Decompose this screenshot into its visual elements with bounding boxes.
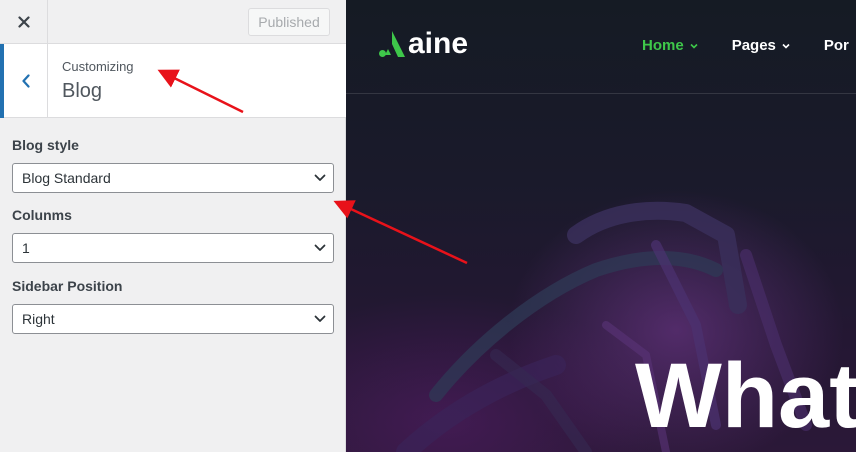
blog-style-value: Blog Standard	[22, 170, 111, 186]
close-customizer-button[interactable]	[0, 0, 48, 44]
nav-label: Pages	[731, 37, 776, 54]
close-icon	[17, 16, 30, 28]
back-button[interactable]	[0, 44, 48, 118]
site-logo[interactable]: aine	[376, 27, 468, 61]
section-header: Customizing Blog	[0, 44, 346, 118]
nav-item-pages[interactable]: Pages	[732, 37, 790, 54]
site-preview: aine Home Pages Por What	[346, 0, 856, 452]
logo-triangle-icon	[379, 31, 405, 57]
sidebar-position-label: Sidebar Position	[12, 278, 123, 294]
chevron-down-icon	[314, 244, 326, 251]
main-nav: Home Pages Por	[642, 37, 856, 54]
sidebar-position-control: Sidebar Position Right	[12, 278, 334, 334]
blog-style-select[interactable]: Blog Standard	[12, 163, 334, 193]
sidebar-position-select[interactable]: Right	[12, 304, 334, 334]
columns-control: Colunms 1	[12, 207, 334, 263]
publish-button[interactable]: Published	[248, 8, 330, 36]
blog-style-control: Blog style Blog Standard	[12, 137, 334, 193]
logo-text: aine	[408, 27, 469, 60]
columns-select[interactable]: 1	[12, 233, 334, 263]
nav-label: Home	[642, 37, 684, 54]
customizer-header: Published	[0, 0, 346, 44]
blog-style-label: Blog style	[12, 137, 79, 153]
section-title: Blog	[62, 80, 103, 102]
customizer-sidebar: Published Customizing Blog Blog style Bl…	[0, 0, 346, 452]
nav-label: Por	[823, 37, 849, 54]
chevron-left-icon	[21, 74, 30, 88]
nav-item-home[interactable]: Home	[642, 37, 698, 54]
hero-heading: What	[635, 345, 856, 447]
caret-down-icon	[690, 43, 698, 49]
columns-label: Colunms	[12, 207, 72, 223]
chevron-down-icon	[314, 174, 326, 181]
site-header: aine Home Pages Por	[346, 0, 856, 94]
caret-down-icon	[782, 43, 790, 49]
breadcrumb: Customizing	[62, 59, 134, 74]
nav-item-portfolio[interactable]: Por	[824, 37, 849, 54]
chevron-down-icon	[314, 315, 326, 322]
columns-value: 1	[22, 240, 30, 256]
sidebar-position-value: Right	[22, 311, 55, 327]
